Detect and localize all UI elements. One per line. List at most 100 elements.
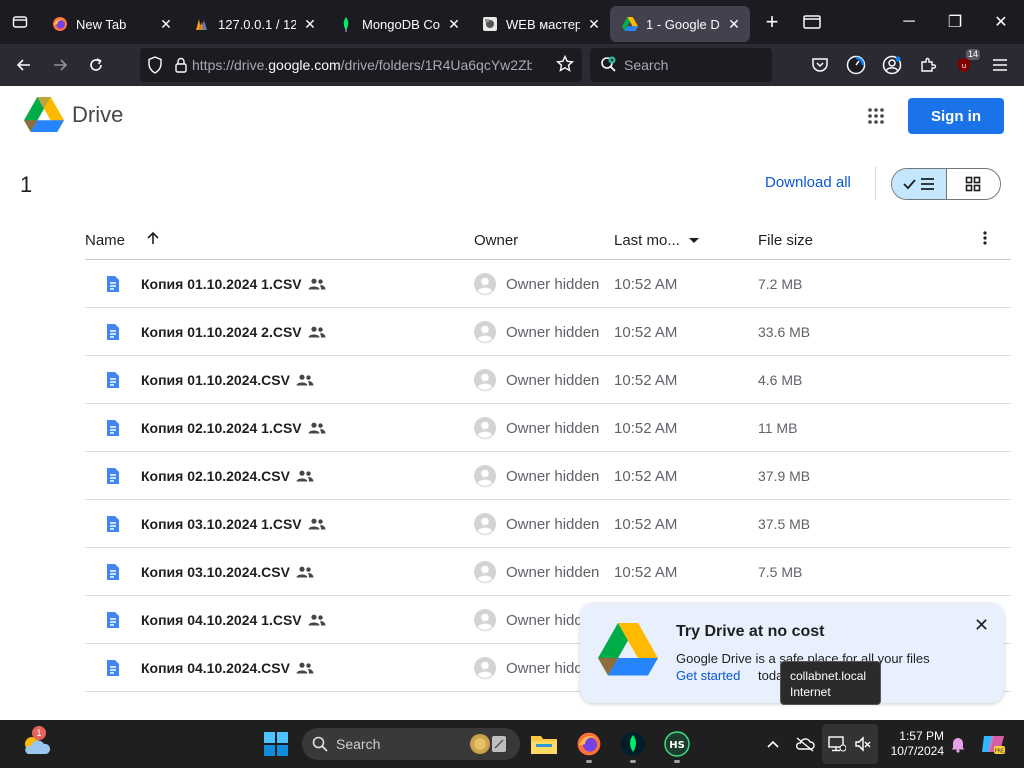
- notifications-button[interactable]: [944, 730, 972, 758]
- file-name[interactable]: Копия 01.10.2024.CSV: [141, 372, 314, 389]
- taskbar-search-box[interactable]: Search: [302, 728, 520, 760]
- file-row[interactable]: Копия 02.10.2024.CSV Owner hidden 10:52 AM…: [85, 452, 1011, 500]
- firefox-view-button[interactable]: [0, 0, 40, 44]
- taskbar-search-label: Search: [336, 736, 381, 752]
- caret-down-icon: [689, 238, 700, 243]
- google-drive-logo-icon: [24, 97, 64, 132]
- document-icon: [105, 371, 121, 392]
- svg-text:HS: HS: [669, 740, 685, 751]
- document-icon: [105, 323, 121, 344]
- forward-arrow-icon: [54, 59, 68, 71]
- taskbar-file-explorer[interactable]: [528, 728, 560, 760]
- file-row[interactable]: Копия 02.10.2024 1.CSV Owner hidden 10:52 …: [85, 404, 1011, 452]
- taskbar-firefox[interactable]: [573, 728, 605, 763]
- speed-dial-button[interactable]: [838, 49, 874, 81]
- sort-ascending-button[interactable]: [145, 230, 161, 250]
- close-tab-icon[interactable]: ✕: [446, 16, 462, 32]
- firefox-view-icon: [12, 16, 28, 28]
- svg-text:PRE: PRE: [995, 749, 1005, 755]
- file-name[interactable]: Копия 02.10.2024.CSV: [141, 468, 314, 485]
- drive-logo[interactable]: Drive: [24, 97, 123, 133]
- tab-title: MongoDB Comp: [362, 16, 440, 32]
- restore-button[interactable]: ❐: [932, 0, 978, 44]
- tab-new-tab[interactable]: New Tab ✕: [40, 6, 182, 42]
- file-owner: Owner hidden: [506, 420, 600, 437]
- column-header-owner[interactable]: Owner: [474, 232, 518, 249]
- list-all-tabs-button[interactable]: [794, 4, 830, 40]
- sign-in-button[interactable]: Sign in: [908, 98, 1004, 134]
- ublock-button[interactable]: u 14: [946, 49, 982, 81]
- column-header-last-modified[interactable]: Last mo...: [614, 232, 700, 249]
- file-name[interactable]: Копия 03.10.2024 1.CSV: [141, 516, 326, 533]
- download-all-link[interactable]: Download all: [765, 174, 851, 191]
- network-icon-button[interactable]: [823, 730, 851, 758]
- more-actions-button[interactable]: [977, 230, 993, 250]
- file-owner: Owner hidden: [506, 468, 600, 485]
- back-button[interactable]: [6, 49, 42, 81]
- hamburger-menu-icon: [993, 59, 1007, 71]
- column-header-name[interactable]: Name: [85, 232, 125, 249]
- view-toggle: [891, 168, 1001, 200]
- bookmark-star-icon[interactable]: [555, 54, 575, 78]
- close-tab-icon[interactable]: ✕: [302, 16, 318, 32]
- tooltip-network-status: Internet access: [790, 685, 831, 715]
- google-apps-button[interactable]: [860, 100, 892, 132]
- taskbar-mongodb-compass[interactable]: [617, 728, 649, 763]
- file-name[interactable]: Копия 04.10.2024.CSV: [141, 660, 314, 677]
- close-tab-icon[interactable]: ✕: [158, 16, 174, 32]
- get-started-link[interactable]: Get started: [676, 668, 740, 683]
- tab-web-workshop[interactable]: WEB мастерска ✕: [470, 6, 610, 42]
- url-text[interactable]: https://drive.google.com/drive/folders/1…: [192, 57, 532, 73]
- owner-avatar-icon: [474, 609, 496, 631]
- list-view-button[interactable]: [892, 169, 947, 199]
- address-bar[interactable]: https://drive.google.com/drive/folders/1…: [140, 48, 582, 82]
- file-name[interactable]: Копия 04.10.2024 1.CSV: [141, 612, 326, 629]
- taskbar-hs-app[interactable]: HS: [661, 728, 693, 763]
- account-button[interactable]: [874, 49, 910, 81]
- grid-view-button[interactable]: [947, 169, 1001, 199]
- tracking-protection-icon[interactable]: [140, 56, 170, 74]
- file-row[interactable]: Копия 03.10.2024.CSV Owner hidden 10:52 AM…: [85, 548, 1011, 596]
- file-name[interactable]: Копия 02.10.2024 1.CSV: [141, 420, 326, 437]
- close-window-button[interactable]: ✕: [978, 0, 1024, 44]
- tab-mongodb-compass[interactable]: MongoDB Comp ✕: [326, 6, 470, 42]
- onedrive-button[interactable]: [791, 730, 819, 758]
- lock-icon[interactable]: [170, 57, 192, 73]
- file-row[interactable]: Копия 01.10.2024.CSV Owner hidden 10:52 AM…: [85, 356, 1011, 404]
- file-size: 4.6 MB: [758, 372, 803, 388]
- reload-button[interactable]: [78, 49, 114, 81]
- weather-widget-button[interactable]: 1: [20, 726, 52, 760]
- file-row[interactable]: Копия 01.10.2024 2.CSV Owner hidden 10:52 …: [85, 308, 1011, 356]
- grid-icon: [965, 176, 981, 192]
- start-button[interactable]: [264, 732, 288, 761]
- pocket-button[interactable]: [802, 49, 838, 81]
- volume-button[interactable]: [849, 730, 877, 758]
- new-tab-button[interactable]: +: [754, 4, 790, 40]
- close-tab-icon[interactable]: ✕: [726, 16, 742, 32]
- shared-people-icon: [308, 613, 326, 629]
- owner-avatar-icon: [474, 369, 496, 391]
- file-row[interactable]: Копия 01.10.2024 1.CSV Owner hidden 10:52 …: [85, 260, 1011, 308]
- system-clock[interactable]: 1:57 PM 10/7/2024: [884, 729, 944, 759]
- file-row[interactable]: Копия 03.10.2024 1.CSV Owner hidden 10:52 …: [85, 500, 1011, 548]
- tab-phpmyadmin[interactable]: 127.0.0.1 / 127.0. ✕: [182, 6, 326, 42]
- file-name[interactable]: Копия 03.10.2024.CSV: [141, 564, 314, 581]
- file-owner: Owner hidden: [506, 372, 600, 389]
- forward-button[interactable]: [42, 49, 78, 81]
- shared-people-icon: [296, 469, 314, 485]
- minimize-button[interactable]: ─: [886, 0, 932, 44]
- file-name[interactable]: Копия 01.10.2024 2.CSV: [141, 324, 326, 341]
- column-header-file-size[interactable]: File size: [758, 232, 813, 249]
- close-tab-icon[interactable]: ✕: [586, 16, 602, 32]
- close-promo-button[interactable]: ✕: [974, 615, 989, 636]
- search-highlight-icon: [468, 732, 508, 759]
- back-arrow-icon: [16, 59, 30, 71]
- extensions-button[interactable]: [910, 49, 946, 81]
- menu-button[interactable]: [982, 49, 1018, 81]
- shared-people-icon: [296, 373, 314, 389]
- show-hidden-icons-button[interactable]: [759, 730, 787, 758]
- tab-google-drive[interactable]: 1 - Google Drive ✕: [610, 6, 750, 42]
- copilot-button[interactable]: PRE: [978, 730, 1008, 758]
- file-name[interactable]: Копия 01.10.2024 1.CSV: [141, 276, 326, 293]
- browser-search-bar[interactable]: Search: [590, 48, 772, 82]
